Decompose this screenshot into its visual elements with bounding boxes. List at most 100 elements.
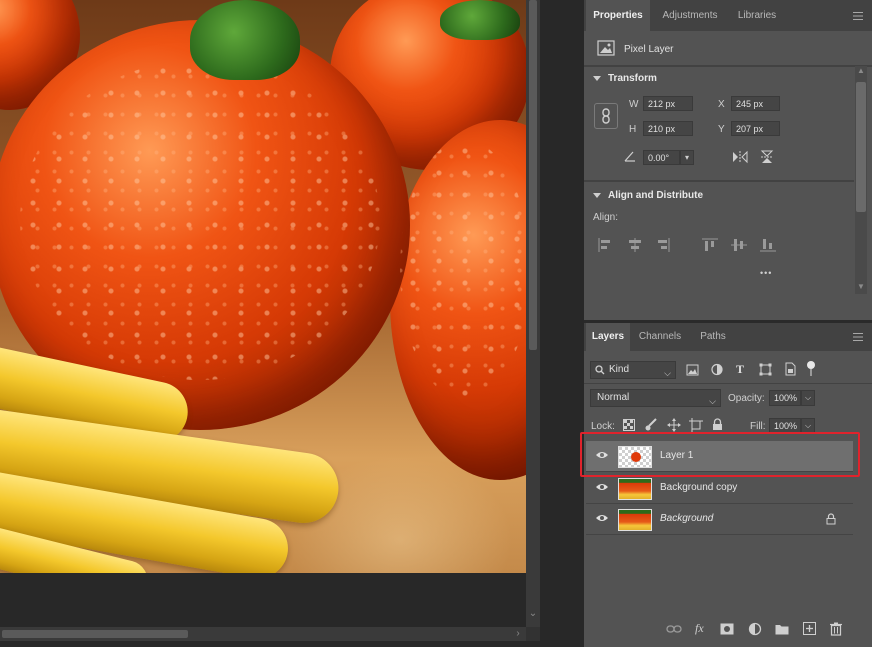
blend-mode-value: Normal [597, 392, 630, 403]
x-label: X [718, 99, 725, 110]
align-horizontal-center-icon[interactable] [627, 238, 643, 252]
panel-menu-icon[interactable] [853, 12, 863, 20]
properties-footer [584, 294, 872, 322]
tab-properties[interactable]: Properties [586, 0, 650, 31]
document-canvas[interactable] [0, 0, 526, 573]
chevron-down-icon: ⌵ [664, 368, 671, 378]
water-drops [20, 60, 380, 380]
layer-type-label: Pixel Layer [624, 44, 674, 55]
opacity-dropdown-button[interactable]: ⌵ [801, 390, 815, 406]
scroll-up-icon[interactable]: ▲ [855, 66, 867, 78]
opacity-label: Opacity: [728, 393, 765, 404]
fill-label: Fill: [750, 421, 766, 432]
angle-icon [624, 151, 635, 162]
flip-vertical-icon[interactable] [760, 149, 774, 165]
tab-libraries[interactable]: Libraries [728, 0, 786, 31]
link-icon[interactable] [666, 624, 682, 634]
lock-all-icon[interactable] [712, 418, 723, 431]
width-label: W [629, 99, 639, 110]
divider [586, 534, 853, 535]
layers-tabbar: Layers Channels Paths [584, 323, 872, 351]
scroll-down-icon[interactable]: ▼ [855, 282, 867, 294]
angle-dropdown-button[interactable]: ▾ [680, 150, 694, 165]
pasteboard [0, 573, 526, 627]
tomato-stem [440, 0, 520, 40]
layers-menu-icon[interactable] [853, 333, 863, 341]
lock-icon [826, 513, 836, 525]
eye-icon[interactable] [595, 482, 609, 492]
filter-kind-label: Kind [609, 364, 630, 375]
trash-icon[interactable] [830, 622, 842, 636]
layer-name[interactable]: Background copy [660, 482, 737, 493]
chevron-down-icon: ⌵ [804, 421, 812, 430]
panel-gutter [540, 0, 584, 647]
chain-link-icon [602, 108, 610, 124]
water-drops [400, 140, 526, 400]
filter-type-icon[interactable]: T [736, 362, 744, 377]
scroll-down-icon[interactable]: ⌄ [526, 608, 540, 622]
collapse-align-icon[interactable] [593, 193, 601, 198]
filter-pixel-icon[interactable] [686, 364, 699, 376]
transform-title: Transform [608, 73, 657, 84]
mask-icon[interactable] [720, 623, 734, 635]
more-options-icon[interactable]: ••• [760, 268, 772, 278]
layer-row-background[interactable]: Background [586, 504, 853, 534]
lock-label: Lock: [591, 421, 615, 432]
vertical-scroll-thumb[interactable] [529, 0, 537, 350]
properties-scroll-thumb[interactable] [856, 82, 866, 212]
align-bottom-icon[interactable] [760, 238, 776, 252]
blend-mode-dropdown[interactable]: Normal ⌵ [590, 389, 721, 407]
tab-adjustments[interactable]: Adjustments [652, 0, 728, 31]
chevron-down-icon: ⌵ [709, 396, 716, 406]
divider [584, 383, 872, 384]
lock-position-icon[interactable] [667, 418, 681, 432]
height-label: H [629, 124, 637, 135]
tab-paths[interactable]: Paths [690, 323, 736, 351]
tab-channels[interactable]: Channels [632, 323, 688, 351]
lock-image-pixels-icon[interactable] [645, 418, 658, 431]
layer-row-background-copy[interactable]: Background copy [586, 473, 853, 503]
fx-icon[interactable]: fx [695, 621, 704, 636]
angle-field[interactable]: 0.00° [643, 150, 680, 165]
align-title: Align and Distribute [608, 190, 703, 201]
flip-horizontal-icon[interactable] [731, 150, 749, 164]
filter-toggle[interactable] [807, 361, 815, 376]
properties-tabbar: Properties Adjustments Libraries [584, 0, 872, 31]
align-right-icon[interactable] [655, 238, 671, 252]
selection-highlight-outline [580, 432, 860, 477]
adjustment-icon[interactable] [748, 622, 762, 636]
link-dimensions-button[interactable] [594, 103, 618, 129]
search-icon [595, 365, 605, 375]
height-field[interactable]: 210 px [643, 121, 693, 136]
filter-kind-dropdown[interactable]: Kind ⌵ [590, 361, 676, 379]
divider [584, 180, 854, 182]
tomato-stem [190, 0, 300, 80]
eye-icon[interactable] [595, 513, 609, 523]
new-layer-icon[interactable] [803, 622, 816, 635]
y-label: Y [718, 124, 725, 135]
chevron-down-icon: ⌵ [804, 393, 812, 402]
align-left-icon[interactable] [598, 238, 614, 252]
lock-transparent-pixels-icon[interactable] [623, 419, 635, 431]
layer-name[interactable]: Background [660, 513, 713, 524]
bottom-strip [0, 641, 584, 647]
scroll-right-icon[interactable]: › [512, 627, 524, 641]
folder-icon[interactable] [775, 623, 789, 635]
y-field[interactable]: 207 px [731, 121, 780, 136]
opacity-field[interactable]: 100% [769, 390, 801, 406]
layer-thumbnail [618, 478, 652, 500]
horizontal-scroll-thumb[interactable] [2, 630, 188, 638]
collapse-transform-icon[interactable] [593, 76, 601, 81]
align-vertical-center-icon[interactable] [731, 238, 747, 252]
width-field[interactable]: 212 px [643, 96, 693, 111]
align-top-icon[interactable] [702, 238, 718, 252]
lock-artboard-icon[interactable] [689, 418, 703, 432]
align-label: Align: [593, 212, 619, 223]
filter-smart-object-icon[interactable] [784, 362, 796, 376]
x-field[interactable]: 245 px [731, 96, 780, 111]
chevron-down-icon: ▾ [684, 153, 689, 162]
filter-shape-icon[interactable] [759, 363, 772, 376]
layer-thumbnail [618, 509, 652, 531]
filter-adjustment-icon[interactable] [711, 363, 723, 376]
tab-layers[interactable]: Layers [586, 323, 630, 351]
